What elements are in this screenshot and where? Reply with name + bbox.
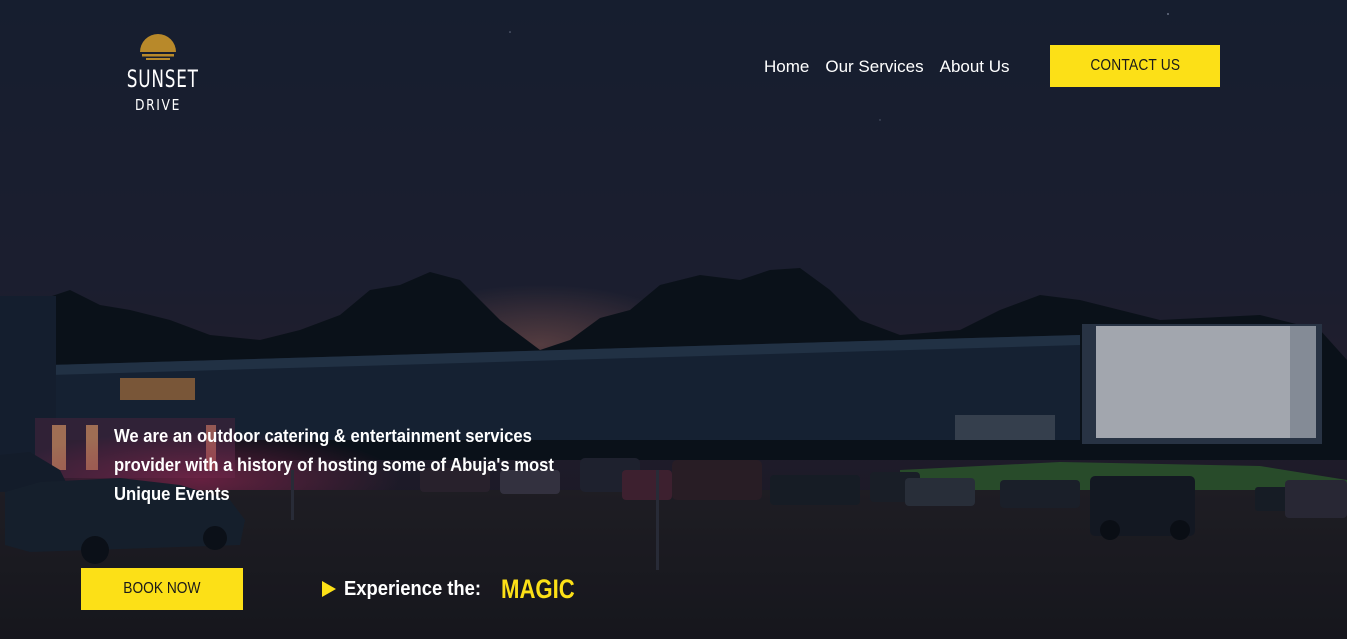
book-now-button[interactable]: BOOK NOW (81, 568, 243, 610)
tagline-line: provider with a history of hosting some … (114, 454, 554, 475)
brand-logo[interactable]: SUNSET DRIVE (118, 32, 198, 120)
magic-label: MAGIC (500, 573, 575, 604)
sun-icon (140, 34, 176, 60)
tagline-line: We are an outdoor catering & entertainme… (114, 425, 532, 446)
tagline-line: Unique Events (114, 483, 230, 504)
hero-tagline: We are an outdoor catering & entertainme… (114, 421, 614, 508)
hero-section: SUNSET DRIVE Home Our Services About Us … (0, 0, 1347, 639)
nav-about-us-link[interactable]: About Us (940, 56, 1010, 78)
play-icon (322, 581, 336, 597)
contact-us-button[interactable]: CONTACT US (1050, 45, 1220, 87)
brand-name-line2: DRIVE (134, 96, 182, 114)
nav-our-services-link[interactable]: Our Services (825, 56, 923, 78)
book-now-label: BOOK NOW (123, 580, 201, 597)
hero-background-image (0, 0, 1347, 639)
brand-name-line1: SUNSET (126, 65, 199, 93)
experience-label: Experience the: (344, 577, 482, 600)
contact-us-label: CONTACT US (1090, 57, 1180, 74)
nav-home-link[interactable]: Home (764, 56, 809, 78)
main-nav: Home Our Services About Us (764, 56, 1010, 78)
experience-the-magic-link[interactable]: Experience the: MAGIC (322, 572, 591, 606)
